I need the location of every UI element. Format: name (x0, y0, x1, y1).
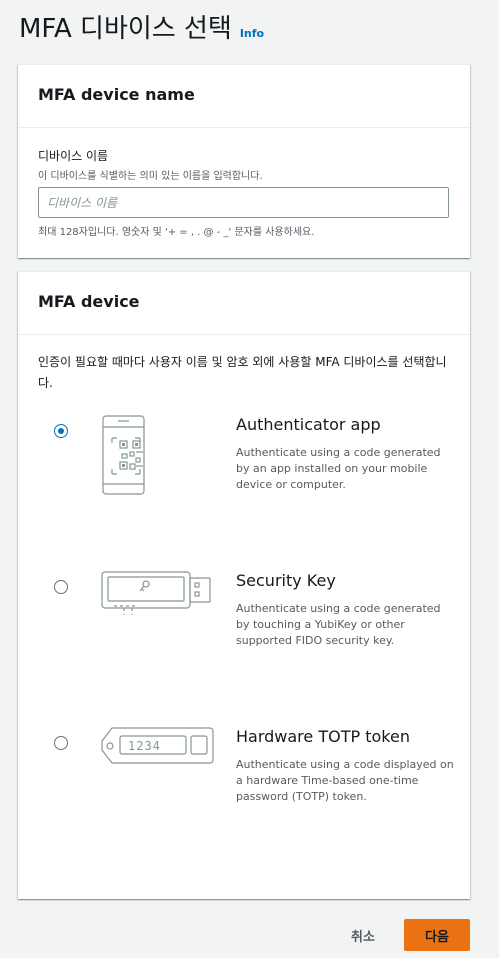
security-key-radio[interactable] (54, 580, 68, 594)
mfa-device-panel: MFA device 인증이 필요할 때마다 사용자 이름 및 암호 외에 사용… (18, 271, 470, 899)
totp-token-icon: 1234 (98, 726, 218, 774)
phone-qr-icon (98, 414, 178, 500)
option-authenticator-app[interactable]: Authenticator app Authenticate using a c… (18, 412, 470, 522)
page-header: MFA 디바이스 선택 Info (19, 8, 264, 45)
device-name-panel-title: MFA device name (38, 85, 195, 104)
totp-display-text: 1234 (128, 739, 161, 753)
option-hardware-totp[interactable]: 1234 Hardware TOTP token Authenticate us… (18, 724, 470, 834)
authenticator-app-title: Authenticator app (236, 415, 381, 434)
device-name-panel: MFA device name 디바이스 이름 이 디바이스를 식별하는 의미 … (18, 64, 470, 258)
hardware-totp-title: Hardware TOTP token (236, 727, 410, 746)
option-security-key[interactable]: Security Key Authenticate using a code g… (18, 568, 470, 678)
hardware-totp-description: Authenticate using a code displayed on a… (236, 758, 454, 803)
cancel-button[interactable]: 취소 (340, 920, 386, 950)
next-button[interactable]: 다음 (404, 919, 470, 951)
info-link[interactable]: Info (240, 27, 264, 40)
hardware-totp-radio[interactable] (54, 736, 68, 750)
mfa-device-description: 인증이 필요할 때마다 사용자 이름 및 암호 외에 사용할 MFA 디바이스를… (38, 355, 447, 390)
security-key-title: Security Key (236, 571, 336, 590)
device-name-panel-header: MFA device name (18, 65, 470, 128)
authenticator-app-description: Authenticate using a code generated by a… (236, 446, 441, 491)
page-title: MFA 디바이스 선택 (19, 14, 232, 44)
device-name-description: 이 디바이스를 식별하는 의미 있는 이름을 입력합니다. (38, 171, 263, 182)
device-name-label: 디바이스 이름 (38, 149, 109, 163)
security-key-description: Authenticate using a code generated by t… (236, 602, 441, 647)
device-name-input[interactable] (38, 187, 449, 218)
authenticator-app-radio[interactable] (54, 424, 68, 438)
device-name-constraint: 최대 128자입니다. 영숫자 및 '+ = , . @ - _' 문자를 사용… (38, 227, 315, 238)
mfa-device-panel-title: MFA device (38, 292, 140, 311)
mfa-device-panel-header: MFA device (18, 272, 470, 335)
usb-key-icon (98, 568, 218, 620)
